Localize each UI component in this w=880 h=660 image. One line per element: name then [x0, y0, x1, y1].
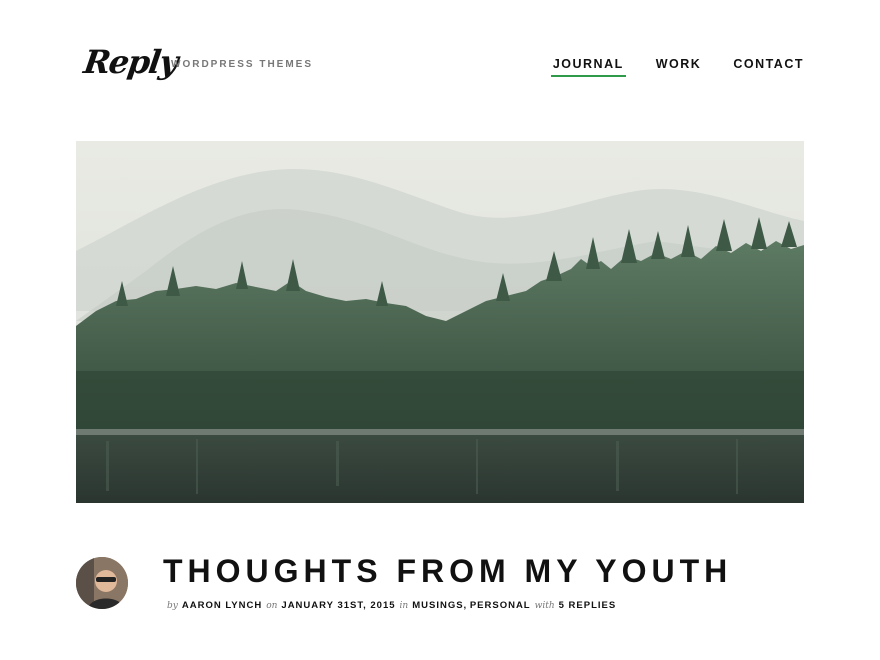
avatar-icon — [76, 557, 128, 609]
author-link[interactable]: AARON LYNCH — [182, 600, 262, 611]
author-avatar[interactable] — [76, 557, 128, 609]
page: Reply WORDPRESS THEMES JOURNAL WORK CONT… — [0, 0, 880, 660]
byline-by: by — [167, 601, 178, 611]
site-tagline: WORDPRESS THEMES — [171, 59, 314, 70]
site-logo[interactable]: Reply — [81, 42, 179, 82]
forest-lake-photo — [76, 141, 804, 503]
byline-with: with — [534, 601, 555, 611]
featured-image[interactable] — [76, 141, 804, 503]
nav-item-work[interactable]: WORK — [656, 56, 702, 76]
replies-link[interactable]: 5 REPLIES — [559, 600, 617, 611]
category-link-personal[interactable]: PERSONAL — [470, 600, 531, 611]
main-nav: JOURNAL WORK CONTACT — [550, 56, 804, 77]
site-header: Reply WORDPRESS THEMES JOURNAL WORK CONT… — [0, 0, 880, 120]
date-link[interactable]: JANUARY 31ST, 2015 — [281, 600, 395, 611]
category-separator: , — [463, 600, 468, 611]
post-byline: by AARON LYNCH on JANUARY 31ST, 2015 in MUSIN… — [167, 600, 616, 612]
category-link-musings[interactable]: MUSINGS — [412, 600, 463, 611]
nav-item-journal[interactable]: JOURNAL — [550, 56, 626, 77]
nav-item-contact[interactable]: CONTACT — [733, 56, 804, 76]
byline-in: in — [399, 601, 409, 611]
post-title[interactable]: THOUGHTS FROM MY YOUTH — [163, 551, 732, 591]
byline-on: on — [266, 601, 278, 611]
